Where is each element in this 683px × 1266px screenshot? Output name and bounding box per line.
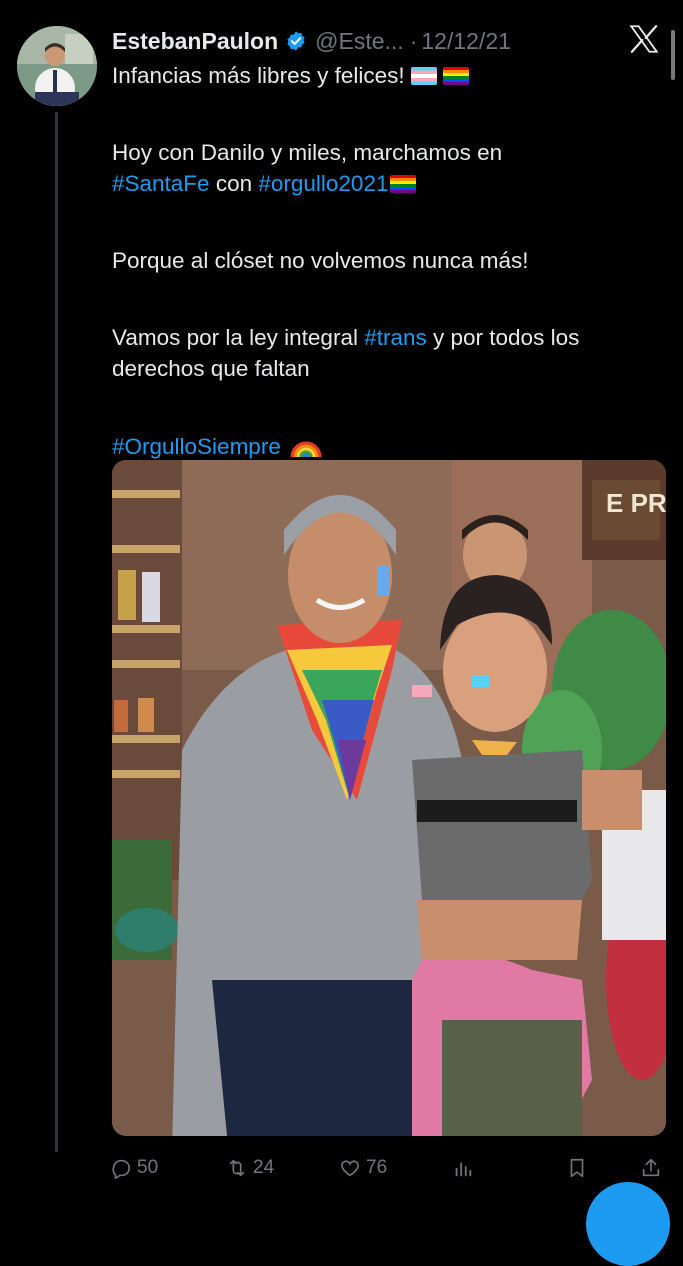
hashtag-trans[interactable]: #trans xyxy=(364,325,427,350)
share-icon xyxy=(642,1158,660,1177)
verified-badge-icon xyxy=(287,31,305,51)
tweet-line-5: #OrgulloSiempre xyxy=(112,430,652,462)
retweet-icon xyxy=(229,1159,245,1177)
author-handle[interactable]: @Este... xyxy=(315,28,404,55)
rainbow-flag-icon xyxy=(442,67,469,85)
tweet-actions: 50 24 76 xyxy=(110,1154,666,1184)
tweet-line-2: Hoy con Danilo y miles, marchamos en #San… xyxy=(112,137,652,199)
reply-count: 50 xyxy=(137,1157,159,1178)
hashtag-santafe[interactable]: #SantaFe xyxy=(112,171,210,196)
thread-line xyxy=(55,112,58,1152)
like-count: 76 xyxy=(366,1157,388,1178)
retweet-action[interactable]: 24 xyxy=(226,1157,274,1179)
transgender-flag-icon xyxy=(410,67,437,85)
tweet-word-con: con xyxy=(209,171,259,196)
header-separator: · xyxy=(409,27,418,54)
views-icon xyxy=(455,1162,472,1177)
hashtag-orgullosiempre[interactable]: #OrgulloSiempre xyxy=(112,434,281,459)
retweet-count: 24 xyxy=(253,1157,275,1178)
sign-text: E PRO xyxy=(606,488,666,518)
reply-action[interactable]: 50 xyxy=(110,1157,158,1179)
tweet-line-1-text: Infancias más libres y felices! xyxy=(112,63,405,88)
tweet-line-4a-text: Vamos por la ley integral xyxy=(112,325,365,350)
bookmark-action[interactable] xyxy=(566,1157,593,1179)
avatar-image xyxy=(17,26,97,106)
hashtag-orgullo2021[interactable]: #orgullo2021 xyxy=(258,171,388,196)
rainbow-icon xyxy=(290,441,322,458)
tweet-line-4: Vamos por la ley integral #trans y por t… xyxy=(112,322,652,384)
share-action[interactable] xyxy=(640,1157,667,1179)
tweet-photo[interactable]: E PRO xyxy=(112,460,666,1136)
scroll-indicator[interactable] xyxy=(671,30,675,80)
compose-fab-button[interactable] xyxy=(586,1182,670,1266)
tweet-line-1: Infancias más libres y felices! xyxy=(112,60,652,91)
author-name[interactable]: EstebanPaulon xyxy=(112,28,278,55)
reply-icon xyxy=(112,1159,131,1179)
like-action[interactable]: 76 xyxy=(339,1157,387,1179)
views-action[interactable] xyxy=(452,1157,479,1179)
tweet-header: EstebanPaulon @Este... · 12/12/21 xyxy=(112,26,511,56)
avatar[interactable] xyxy=(17,26,97,106)
tweet-text: Infancias más libres y felices! Hoy con … xyxy=(112,60,652,462)
like-icon xyxy=(341,1160,359,1177)
bookmark-icon xyxy=(570,1158,584,1178)
rainbow-flag-icon xyxy=(390,175,417,193)
tweet-date[interactable]: 12/12/21 xyxy=(421,28,511,55)
tweet-line-3: Porque al clóset no volvemos nunca más! xyxy=(112,248,529,273)
x-logo-icon[interactable] xyxy=(627,22,661,56)
tweet-line-2-text: Hoy con Danilo y miles, marchamos en xyxy=(112,140,503,165)
photo-image: E PRO xyxy=(112,460,666,1136)
